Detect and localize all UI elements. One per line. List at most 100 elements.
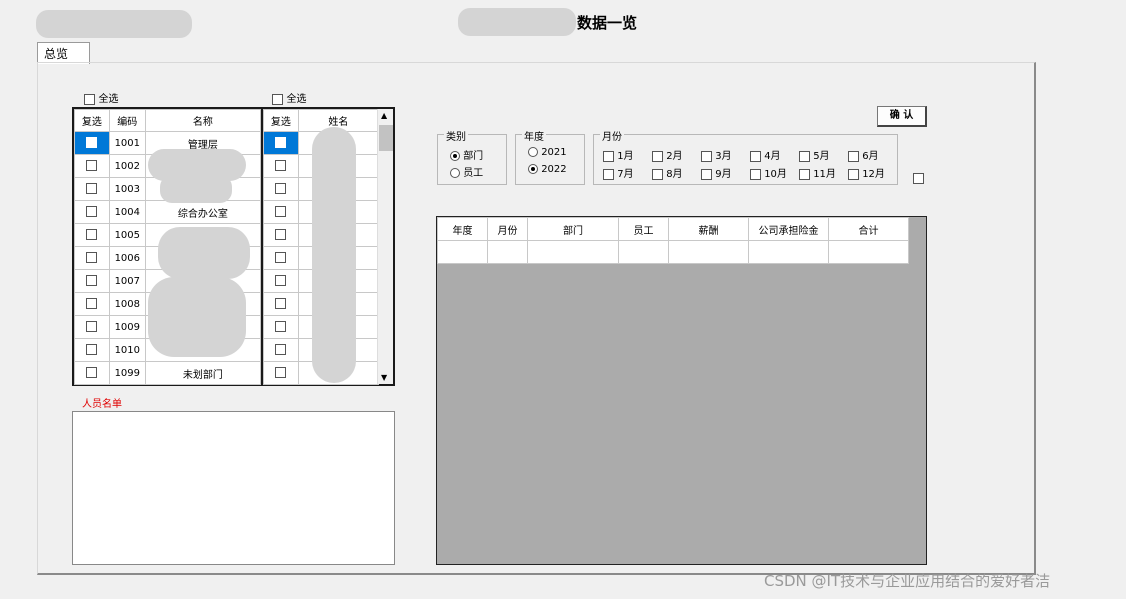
row-checkbox-cell[interactable]	[74, 131, 110, 155]
row-checkbox-cell[interactable]	[74, 361, 110, 385]
month-checkbox[interactable]	[848, 168, 859, 180]
row-checkbox[interactable]	[275, 160, 287, 172]
month-checkbox[interactable]	[750, 150, 761, 162]
month-checkbox[interactable]	[848, 150, 859, 162]
row-checkbox-cell[interactable]	[263, 154, 299, 178]
month-option[interactable]: 12月	[848, 165, 885, 180]
row-checkbox[interactable]	[86, 344, 98, 356]
row-checkbox[interactable]	[275, 321, 287, 333]
row-checkbox-cell[interactable]	[263, 200, 299, 224]
month-option[interactable]: 3月	[701, 147, 732, 162]
row-checkbox-cell[interactable]	[74, 315, 110, 339]
scroll-up-icon[interactable]: ▲	[381, 111, 387, 120]
data-grid-cell[interactable]	[828, 240, 909, 264]
data-grid-header[interactable]: 员工	[618, 217, 669, 241]
dept-select-all-checkbox[interactable]	[84, 93, 95, 105]
row-checkbox[interactable]	[86, 275, 98, 287]
row-checkbox-cell[interactable]	[263, 361, 299, 385]
data-grid-cell[interactable]	[527, 240, 619, 264]
category-option-dept[interactable]: 部门	[450, 147, 483, 162]
month-option[interactable]: 1月	[603, 147, 634, 162]
month-option[interactable]: 4月	[750, 147, 781, 162]
radio-2022[interactable]	[528, 164, 538, 174]
row-checkbox[interactable]	[275, 367, 287, 379]
row-checkbox-cell[interactable]	[74, 200, 110, 224]
month-checkbox[interactable]	[750, 168, 761, 180]
row-checkbox-cell[interactable]	[263, 131, 299, 155]
row-checkbox-cell[interactable]	[263, 269, 299, 293]
table-row[interactable]	[437, 240, 909, 264]
month-option[interactable]: 2月	[652, 147, 683, 162]
row-checkbox[interactable]	[275, 252, 287, 264]
row-checkbox[interactable]	[275, 183, 287, 195]
data-grid-header[interactable]: 合计	[828, 217, 909, 241]
emp-select-all[interactable]: 全选	[272, 90, 307, 105]
emp-col-check[interactable]: 复选	[263, 109, 299, 132]
row-checkbox[interactable]	[86, 206, 98, 218]
row-checkbox-cell[interactable]	[263, 177, 299, 201]
month-option[interactable]: 5月	[799, 147, 830, 162]
data-grid[interactable]: 年度 月份 部门 员工 薪酬 公司承担险金 合计	[436, 216, 927, 565]
row-checkbox[interactable]	[275, 206, 287, 218]
tab-overview[interactable]: 总览	[37, 42, 90, 64]
row-checkbox-cell[interactable]	[74, 177, 110, 201]
dept-col-code[interactable]: 编码	[108, 109, 146, 132]
table-row[interactable]: 1004 综合办公室	[74, 200, 262, 224]
row-checkbox[interactable]	[86, 229, 98, 241]
dept-col-check[interactable]: 复选	[74, 109, 110, 132]
month-option[interactable]: 6月	[848, 147, 879, 162]
dept-col-name[interactable]: 名称	[144, 109, 262, 132]
row-checkbox-cell[interactable]	[263, 246, 299, 270]
data-grid-header[interactable]: 月份	[487, 217, 528, 241]
radio-2021[interactable]	[528, 147, 538, 157]
row-checkbox-cell[interactable]	[74, 223, 110, 247]
month-option[interactable]: 10月	[750, 165, 787, 180]
month-option[interactable]: 7月	[603, 165, 634, 180]
row-checkbox-cell[interactable]	[74, 338, 110, 362]
month-checkbox[interactable]	[603, 150, 614, 162]
data-grid-cell[interactable]	[668, 240, 749, 264]
staff-list-box[interactable]	[72, 411, 395, 565]
dept-emp-grid[interactable]: 复选 编码 名称 1001 管理层 1002 1003 1004 综合办公室 1005 100…	[72, 107, 395, 386]
month-option[interactable]: 9月	[701, 165, 732, 180]
month-checkbox[interactable]	[799, 168, 810, 180]
radio-dept[interactable]	[450, 151, 460, 161]
month-checkbox[interactable]	[701, 150, 712, 162]
row-checkbox-cell[interactable]	[263, 338, 299, 362]
scroll-down-icon[interactable]: ▼	[381, 373, 387, 382]
month-checkbox[interactable]	[799, 150, 810, 162]
row-checkbox-cell[interactable]	[263, 223, 299, 247]
row-checkbox-cell[interactable]	[74, 154, 110, 178]
month-checkbox[interactable]	[652, 150, 663, 162]
row-checkbox-cell[interactable]	[263, 292, 299, 316]
row-checkbox[interactable]	[86, 137, 98, 149]
month-checkbox[interactable]	[701, 168, 712, 180]
emp-select-all-checkbox[interactable]	[272, 93, 283, 105]
month-checkbox[interactable]	[603, 168, 614, 180]
grid-scrollbar[interactable]: ▲ ▼	[377, 109, 393, 384]
table-row[interactable]: 1099 未划部门	[74, 361, 262, 385]
row-checkbox[interactable]	[86, 298, 98, 310]
row-checkbox[interactable]	[86, 183, 98, 195]
month-checkbox[interactable]	[652, 168, 663, 180]
data-grid-cell[interactable]	[748, 240, 829, 264]
row-checkbox[interactable]	[275, 275, 287, 287]
month-option[interactable]: 8月	[652, 165, 683, 180]
row-checkbox-cell[interactable]	[74, 246, 110, 270]
row-checkbox-cell[interactable]	[74, 292, 110, 316]
row-checkbox[interactable]	[86, 252, 98, 264]
row-checkbox[interactable]	[275, 298, 287, 310]
row-checkbox-cell[interactable]	[74, 269, 110, 293]
data-grid-header[interactable]: 公司承担险金	[748, 217, 829, 241]
data-grid-header[interactable]: 年度	[437, 217, 488, 241]
confirm-button[interactable]: 确 认	[877, 106, 927, 127]
row-checkbox[interactable]	[275, 344, 287, 356]
row-checkbox[interactable]	[86, 367, 98, 379]
month-option[interactable]: 11月	[799, 165, 836, 180]
scroll-thumb[interactable]	[379, 125, 393, 151]
data-grid-cell[interactable]	[618, 240, 669, 264]
data-grid-header[interactable]: 部门	[527, 217, 619, 241]
year-option-2021[interactable]: 2021	[528, 147, 567, 158]
category-option-emp[interactable]: 员工	[450, 164, 483, 179]
row-checkbox[interactable]	[86, 321, 98, 333]
